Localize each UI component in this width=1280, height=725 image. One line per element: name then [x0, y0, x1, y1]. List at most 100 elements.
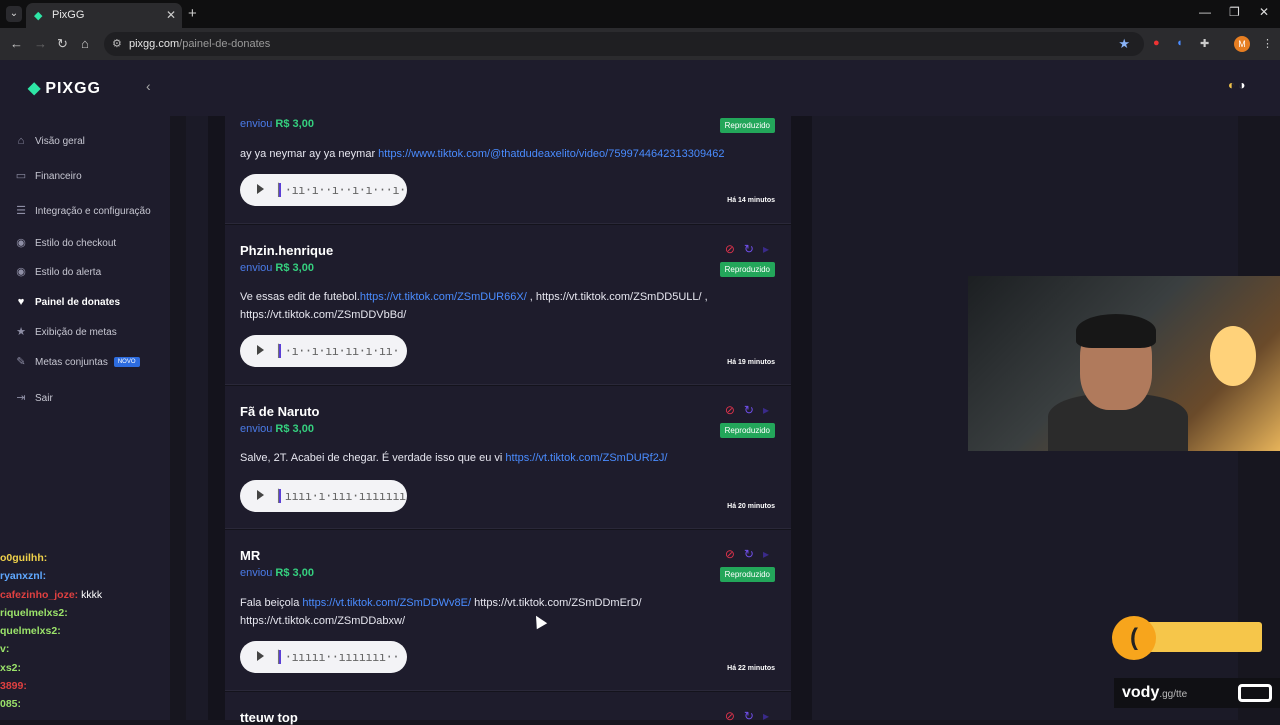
- message-text: Salve, 2T. Acabei de chegar. É verdade i…: [240, 452, 506, 464]
- browser-tab-bar: ⌄ ◆ PixGG ✕ + — ❐ ✕: [0, 0, 1280, 28]
- replay-icon[interactable]: ↻: [744, 547, 754, 561]
- vody-logo-icon: [1238, 684, 1272, 702]
- status-badge: Reproduzido: [719, 262, 775, 277]
- tab-search-icon[interactable]: ⌄: [6, 6, 22, 22]
- chat-line: v:: [0, 643, 160, 661]
- block-icon[interactable]: ⊘: [725, 709, 735, 723]
- skip-icon[interactable]: ▸: [763, 403, 769, 417]
- block-icon[interactable]: ⊘: [725, 242, 735, 256]
- sidebar-item-label: Sair: [35, 392, 53, 404]
- card-actions: ⊘ ↻ ▸: [725, 547, 769, 561]
- moon-icon: ◑: [1238, 78, 1246, 92]
- streamer-hair-shape: [1076, 314, 1156, 348]
- logo-text: PIXGG: [45, 80, 101, 97]
- minimize-icon[interactable]: —: [1199, 5, 1211, 19]
- sidebar-item-financeiro[interactable]: ▭ Financeiro: [14, 169, 82, 183]
- new-tab-icon[interactable]: +: [188, 5, 197, 22]
- donation-time: Há 20 minutos: [727, 503, 775, 510]
- browser-toolbar: ← → ↻ ⌂ ⚙ pixgg.com/painel-de-donates ★ …: [0, 28, 1280, 60]
- pixgg-logo[interactable]: ◆ PIXGG: [28, 78, 101, 98]
- audio-player[interactable]: ▏·ı··ı·ıı·ıı·ı·ıı·: [240, 335, 407, 367]
- sidebar-item-estilo-alerta[interactable]: ◉ Estilo do alerta: [14, 265, 101, 279]
- donation-amount: R$ 3,00: [275, 567, 314, 579]
- donation-amount: R$ 3,00: [275, 262, 314, 274]
- message-text: Fala beiçola: [240, 597, 303, 609]
- restore-icon[interactable]: ❐: [1229, 5, 1240, 19]
- chat-user: ryanxznl:: [0, 570, 47, 583]
- profile-avatar[interactable]: M: [1234, 36, 1250, 52]
- audio-player[interactable]: ▏·ıı·ı··ı··ı·ı···ı·: [240, 174, 407, 206]
- sidebar-item-sair[interactable]: ⇥ Sair: [14, 391, 53, 405]
- reload-icon[interactable]: ↻: [57, 36, 68, 52]
- play-icon[interactable]: [257, 345, 264, 355]
- replay-icon[interactable]: ↻: [744, 242, 754, 256]
- donation-time: Há 22 minutos: [727, 665, 775, 672]
- extensions-puzzle-icon[interactable]: ✚: [1200, 37, 1209, 50]
- theme-toggle[interactable]: ◐ ◑: [1228, 78, 1246, 92]
- message-link[interactable]: https://vt.tiktok.com/ZSmDDWv8E/: [302, 597, 471, 609]
- sent-line: enviou R$ 3,00: [240, 423, 314, 435]
- message-link[interactable]: https://www.tiktok.com/@thatdudeaxelito/…: [378, 148, 724, 160]
- skip-icon[interactable]: ▸: [763, 242, 769, 256]
- sent-label: enviou: [240, 262, 273, 274]
- sidebar-item-exibicao-metas[interactable]: ★ Exibição de metas: [14, 325, 117, 339]
- message-link[interactable]: https://vt.tiktok.com/ZSmDUR66X/: [360, 291, 527, 303]
- sent-line: enviou R$ 3,00: [240, 567, 314, 579]
- chat-text: kkkk: [78, 588, 103, 601]
- palette-icon: ◉: [16, 266, 26, 278]
- sun-icon: ◐: [1228, 78, 1236, 92]
- address-bar[interactable]: ⚙ pixgg.com/painel-de-donates ★: [104, 32, 1144, 56]
- close-tab-icon[interactable]: ✕: [166, 8, 176, 22]
- browser-tab[interactable]: ◆ PixGG ✕: [26, 3, 182, 28]
- back-icon[interactable]: ←: [10, 36, 23, 51]
- play-icon[interactable]: [257, 651, 264, 661]
- sidebar-item-painel-donates[interactable]: ♥ Painel de donates: [14, 295, 120, 309]
- donation-amount: R$ 3,00: [275, 423, 314, 435]
- card-actions: ⊘ ↻ ▸: [725, 403, 769, 417]
- forward-icon[interactable]: →: [34, 36, 47, 51]
- chat-user: xs2:: [0, 661, 22, 674]
- pixgg-favicon-icon: ◆: [34, 10, 43, 22]
- message-link[interactable]: https://vt.tiktok.com/ZSmDURf2J/: [505, 452, 667, 464]
- sidebar-item-visao-geral[interactable]: ⌂ Visão geral: [14, 134, 85, 148]
- brand-suffix: .gg/tte: [1159, 689, 1188, 700]
- bookmark-star-icon[interactable]: ★: [1118, 36, 1130, 52]
- waveform-icon: ▏ıııı·ı·ııı·ııııııı: [278, 489, 406, 503]
- play-icon[interactable]: [257, 184, 264, 194]
- sidebar-item-label: Estilo do checkout: [35, 237, 117, 249]
- top-bar: [170, 60, 1280, 116]
- audio-player[interactable]: ▏ıııı·ı·ııı·ııııııı: [240, 480, 407, 512]
- replay-icon[interactable]: ↻: [744, 403, 754, 417]
- promo-logo-icon: (: [1112, 616, 1156, 660]
- donation-card: Fã de Naruto ⊘ ↻ ▸ enviou R$ 3,00 Reproduzi…: [225, 386, 791, 529]
- block-icon[interactable]: ⊘: [725, 547, 735, 561]
- donation-card: tteuw top ⊘ ↻ ▸: [225, 692, 791, 725]
- close-window-icon[interactable]: ✕: [1259, 5, 1269, 19]
- url-text: pixgg.com/painel-de-donates: [129, 38, 270, 50]
- block-icon[interactable]: ⊘: [725, 403, 735, 417]
- extension-icon[interactable]: ●: [1153, 37, 1160, 49]
- sidebar-item-estilo-checkout[interactable]: ◉ Estilo do checkout: [14, 236, 116, 250]
- logo-mark-icon: ◆: [28, 80, 42, 97]
- site-info-icon[interactable]: ⚙: [112, 37, 122, 50]
- chat-line: cafezinho_joze: kkkk: [0, 589, 160, 607]
- home-icon: ⌂: [17, 135, 25, 147]
- skip-icon[interactable]: ▸: [763, 709, 769, 723]
- tab-title: PixGG: [52, 9, 85, 21]
- play-icon[interactable]: [257, 490, 264, 500]
- promo-band: [1146, 622, 1262, 652]
- chat-line: 3899:: [0, 680, 160, 698]
- audio-player[interactable]: ▏·ııııı··ııııııı··: [240, 641, 407, 673]
- replay-icon[interactable]: ↻: [744, 709, 754, 723]
- url-host: pixgg.com: [129, 38, 180, 50]
- chat-user: riquelmelxs2:: [0, 606, 68, 619]
- sidebar-item-metas-conjuntas[interactable]: ✎ Metas conjuntas NOVO: [14, 355, 140, 369]
- collapse-sidebar-icon[interactable]: ‹: [146, 78, 151, 94]
- extension-audio-icon[interactable]: ◖: [1176, 37, 1183, 49]
- browser-menu-icon[interactable]: ⋮: [1262, 37, 1273, 50]
- chat-user: 3899:: [0, 680, 27, 693]
- webcam-overlay: [968, 276, 1280, 451]
- sidebar-item-integracao[interactable]: ☰ Integração e configuração: [14, 204, 151, 218]
- skip-icon[interactable]: ▸: [763, 547, 769, 561]
- home-browser-icon[interactable]: ⌂: [81, 36, 89, 51]
